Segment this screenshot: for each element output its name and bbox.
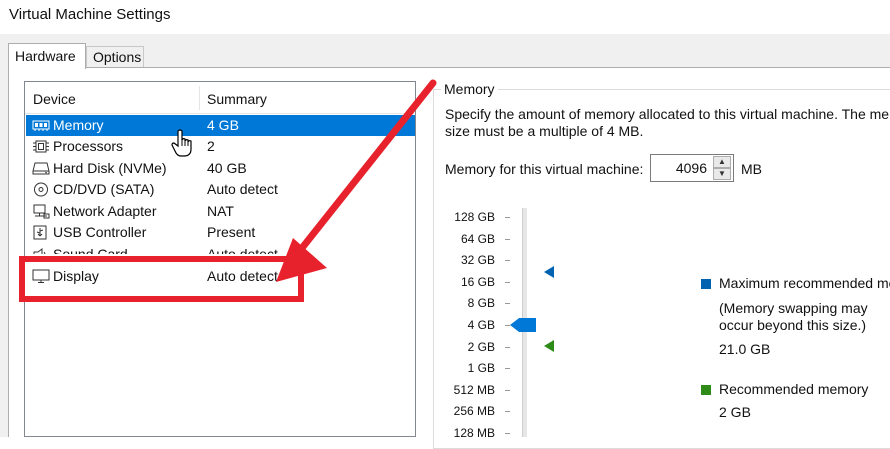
annotation-highlight-box xyxy=(19,256,304,302)
tab-hardware[interactable]: Hardware xyxy=(8,43,86,69)
scale-tick xyxy=(505,433,510,434)
processor-icon xyxy=(33,140,49,153)
increment-button[interactable]: ▲ xyxy=(713,156,731,168)
sound-card-icon xyxy=(33,248,46,254)
device-summary: 40 GB xyxy=(207,160,247,176)
memory-icon xyxy=(32,120,50,131)
column-header-device[interactable]: Device xyxy=(33,91,76,107)
device-summary: Auto detect xyxy=(207,246,278,254)
device-row-cd-dvd[interactable]: CD/DVD (SATA) Auto detect xyxy=(26,179,415,200)
max-recommended-note-2: occur beyond this size.) xyxy=(719,317,867,333)
title-bar: Virtual Machine Settings xyxy=(0,0,890,34)
column-separator[interactable] xyxy=(199,86,200,110)
scale-label: 128 GB xyxy=(454,210,495,224)
scale-label: 128 MB xyxy=(453,426,495,440)
scale-label: 8 GB xyxy=(467,296,495,310)
device-name: Network Adapter xyxy=(53,203,157,219)
scale-tick xyxy=(505,260,510,261)
device-summary: 2 xyxy=(207,138,215,154)
max-recommended-marker xyxy=(544,266,554,278)
device-row-memory[interactable]: Memory 4 GB xyxy=(26,115,415,136)
scale-tick xyxy=(505,217,510,218)
device-row-network-adapter[interactable]: Network Adapter NAT xyxy=(26,201,415,222)
recommended-label: Recommended memory xyxy=(719,381,869,397)
memory-value-input[interactable]: 4096 xyxy=(676,160,707,176)
hard-disk-icon xyxy=(32,162,50,175)
scale-label: 32 GB xyxy=(460,253,495,267)
usb-controller-icon xyxy=(33,225,47,240)
list-header: Device Summary xyxy=(25,82,415,114)
max-recommended-legend-square xyxy=(701,279,711,289)
max-recommended-label: Maximum recommended mem xyxy=(719,275,890,291)
device-name: USB Controller xyxy=(53,224,147,240)
network-adapter-icon xyxy=(33,204,50,219)
scale-tick xyxy=(505,347,510,348)
scale-label: 512 MB xyxy=(453,383,495,397)
scale-label: 1 GB xyxy=(467,361,495,375)
memory-group-title: Memory xyxy=(441,81,498,97)
scale-tick xyxy=(505,368,510,369)
tab-options[interactable]: Options xyxy=(86,46,144,67)
memory-unit-label: MB xyxy=(741,161,762,177)
scale-tick xyxy=(505,239,510,240)
recommended-value: 2 GB xyxy=(719,404,751,420)
scale-tick xyxy=(505,390,510,391)
device-row-hard-disk[interactable]: Hard Disk (NVMe) 40 GB xyxy=(26,158,415,179)
description-line-1: Specify the amount of memory allocated t… xyxy=(445,106,890,122)
scale-label: 64 GB xyxy=(460,232,495,246)
stepper-buttons: ▲ ▼ xyxy=(713,156,731,180)
device-row-sound-card[interactable]: Sound Card Auto detect xyxy=(26,244,415,254)
recommended-legend-square xyxy=(701,385,711,395)
memory-field-label: Memory for this virtual machine: xyxy=(445,161,644,177)
memory-description: Specify the amount of memory allocated t… xyxy=(445,106,890,140)
decrement-button[interactable]: ▼ xyxy=(713,168,731,180)
device-name: Processors xyxy=(53,138,124,154)
scale-tick xyxy=(505,282,510,283)
scale-label: 4 GB xyxy=(467,318,495,332)
device-name: Memory xyxy=(53,117,104,133)
scale-label: 16 GB xyxy=(460,275,495,289)
device-summary: 4 GB xyxy=(207,117,239,133)
device-summary: NAT xyxy=(207,203,234,219)
memory-stepper[interactable]: 4096 ▲ ▼ xyxy=(650,154,734,182)
scale-label: 256 MB xyxy=(453,404,495,418)
device-row-usb-controller[interactable]: USB Controller Present xyxy=(26,222,415,243)
max-recommended-note-1: (Memory swapping may xyxy=(719,300,868,316)
device-row-processors[interactable]: Processors 2 xyxy=(26,136,415,157)
hand-cursor-icon xyxy=(171,129,192,157)
max-recommended-value: 21.0 GB xyxy=(719,341,771,357)
description-line-2: size must be a multiple of 4 MB. xyxy=(445,123,644,139)
column-header-summary[interactable]: Summary xyxy=(207,91,267,107)
window-title: Virtual Machine Settings xyxy=(9,6,171,23)
device-name: Sound Card xyxy=(53,246,128,254)
recommended-marker xyxy=(544,340,554,352)
scale-label: 2 GB xyxy=(467,340,495,354)
cd-dvd-icon xyxy=(34,182,48,197)
device-summary: Auto detect xyxy=(207,181,278,197)
scale-tick xyxy=(505,303,510,304)
device-summary: Present xyxy=(207,224,256,240)
scale-tick xyxy=(505,325,510,326)
scale-tick xyxy=(505,411,510,412)
device-name: Hard Disk (NVMe) xyxy=(53,160,167,176)
device-name: CD/DVD (SATA) xyxy=(53,181,155,197)
